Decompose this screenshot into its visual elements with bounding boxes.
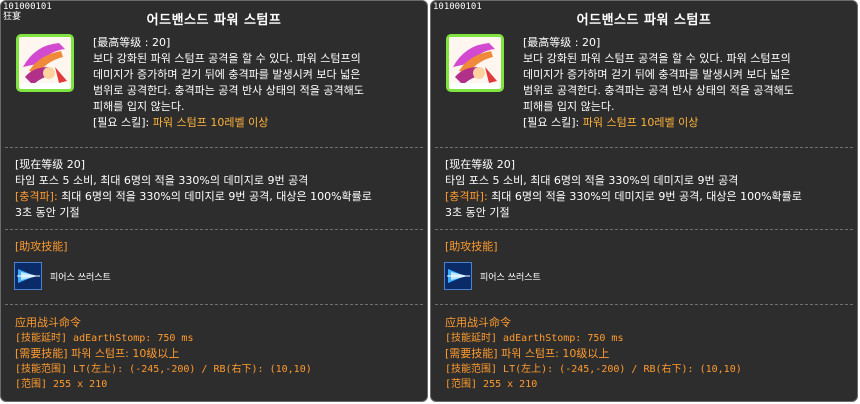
- range-size: [范围] 255 x 210: [445, 379, 538, 390]
- pierce-thrust-icon: [444, 262, 472, 290]
- current-level-section: [现在等级 20] 타임 포스 5 소비, 최대 6명의 적을 330%의 데미…: [445, 157, 847, 221]
- description-line: 피해를 입지 않는다.: [93, 100, 185, 113]
- advanced-power-stomp-icon: [446, 34, 504, 92]
- required-skill-line: [需要技能] 파워 스텀프: 10级以上: [15, 347, 180, 360]
- current-level: [现在等级 20]: [445, 158, 516, 171]
- battle-command-section: 应用战斗命令 [技能延时] adEarthStomp: 750 ms [需要技能…: [445, 315, 847, 393]
- skill-name: 어드밴스드 파워 스텀프: [146, 13, 282, 28]
- support-skill-row: 피어스 쓰러스트: [14, 261, 111, 291]
- required-skill: [필요 스킬]: 파워 스텀프 10레벨 이상: [523, 115, 847, 131]
- divider: [435, 304, 853, 305]
- battle-command-section: 应用战斗命令 [技能延时] adEarthStomp: 750 ms [需要技能…: [15, 315, 417, 393]
- command-header: 应用战斗命令: [15, 316, 81, 329]
- skill-tooltip-left: 101000101 狂宴 어드밴스드 파워 스텀프 [最高等级 : 20] 보다…: [0, 0, 428, 402]
- skill-description-block: [最高等级 : 20] 보다 강화된 파워 스텀프 공격을 할 수 있다. 파워…: [523, 35, 847, 131]
- support-skill-name: 피어스 쓰러스트: [50, 272, 111, 283]
- description-line: 데미지가 증가하며 걷기 뒤에 충격파를 발생시켜 보다 넓은: [93, 68, 361, 81]
- divider: [5, 229, 423, 230]
- divider: [435, 229, 853, 230]
- advanced-power-stomp-icon: [16, 34, 74, 92]
- range-size: [范围] 255 x 210: [15, 379, 108, 390]
- skill-description-block: [最高等级 : 20] 보다 강화된 파워 스텀프 공격을 할 수 있다. 파워…: [93, 35, 417, 131]
- skill-tooltip-right: 101000101 어드밴스드 파워 스텀프 [最高等级 : 20] 보다 강화…: [430, 0, 858, 402]
- shockwave-label: [충격파]:: [445, 190, 488, 203]
- required-skill: [필요 스킬]: 파워 스텀프 10레벨 이상: [93, 115, 417, 131]
- shockwave-text-cont: 3초 동안 기절: [15, 206, 80, 219]
- shockwave-text-cont: 3초 동안 기절: [445, 206, 510, 219]
- skill-name: 어드밴스드 파워 스텀프: [576, 13, 712, 28]
- current-effect: 타임 포스 5 소비, 최대 6명의 적을 330%의 데미지로 9번 공격: [445, 174, 739, 187]
- description-line: 피해를 입지 않는다.: [523, 100, 615, 113]
- master-level: [最高等级 : 20]: [523, 36, 601, 49]
- range-line: [技能范围] LT(左上): (-245,-200) / RB(右下): (10…: [15, 363, 312, 375]
- support-skill-header: [助攻技能]: [445, 240, 498, 253]
- command-header: 应用战斗命令: [445, 316, 511, 329]
- description-line: 보다 강화된 파워 스텀프 공격을 할 수 있다. 파워 스텀프의: [523, 52, 791, 65]
- support-skill-row: 피어스 쓰러스트: [444, 261, 541, 291]
- description-line: 범위로 공격한다. 충격파는 공격 반사 상태의 적을 공격해도: [523, 84, 794, 97]
- required-skill-value: 파워 스텀프 10레벨 이상: [152, 116, 269, 129]
- current-level: [现在等级 20]: [15, 158, 86, 171]
- current-effect: 타임 포스 5 소비, 최대 6명의 적을 330%의 데미지로 9번 공격: [15, 174, 309, 187]
- shockwave-effect: [충격파]: 최대 6명의 적을 330%의 데미지로 9번 공격, 대상은 1…: [445, 189, 847, 205]
- shockwave-text: 최대 6명의 적을 330%의 데미지로 9번 공격, 대상은 100%확률로: [491, 190, 802, 203]
- current-level-section: [现在等级 20] 타임 포스 5 소비, 최대 6명의 적을 330%의 데미…: [15, 157, 417, 221]
- description-line: 보다 강화된 파워 스텀프 공격을 할 수 있다. 파워 스텀프의: [93, 52, 361, 65]
- required-skill-label: [필요 스킬]:: [523, 116, 580, 129]
- description-line: 데미지가 증가하며 걷기 뒤에 충격파를 발생시켜 보다 넓은: [523, 68, 791, 81]
- divider: [435, 147, 853, 148]
- divider: [5, 147, 423, 148]
- pierce-thrust-icon: [14, 262, 42, 290]
- required-skill-label: [필요 스킬]:: [93, 116, 150, 129]
- master-level: [最高等级 : 20]: [93, 36, 171, 49]
- delay-line: [技能延时] adEarthStomp: 750 ms: [15, 332, 194, 344]
- range-line: [技能范围] LT(左上): (-245,-200) / RB(右下): (10…: [445, 363, 742, 375]
- required-skill-value: 파워 스텀프 10레벨 이상: [582, 116, 699, 129]
- shockwave-text: 최대 6명의 적을 330%의 데미지로 9번 공격, 대상은 100%확률로: [61, 190, 372, 203]
- required-skill-line: [需要技能] 파워 스텀프: 10级以上: [445, 347, 610, 360]
- support-skill-header: [助攻技能]: [15, 240, 68, 253]
- description-line: 범위로 공격한다. 충격파는 공격 반사 상태의 적을 공격해도: [93, 84, 364, 97]
- shockwave-effect: [충격파]: 최대 6명의 적을 330%의 데미지로 9번 공격, 대상은 1…: [15, 189, 417, 205]
- delay-line: [技能延时] adEarthStomp: 750 ms: [445, 332, 624, 344]
- support-skill-name: 피어스 쓰러스트: [480, 272, 541, 283]
- divider: [5, 304, 423, 305]
- shockwave-label: [충격파]:: [15, 190, 58, 203]
